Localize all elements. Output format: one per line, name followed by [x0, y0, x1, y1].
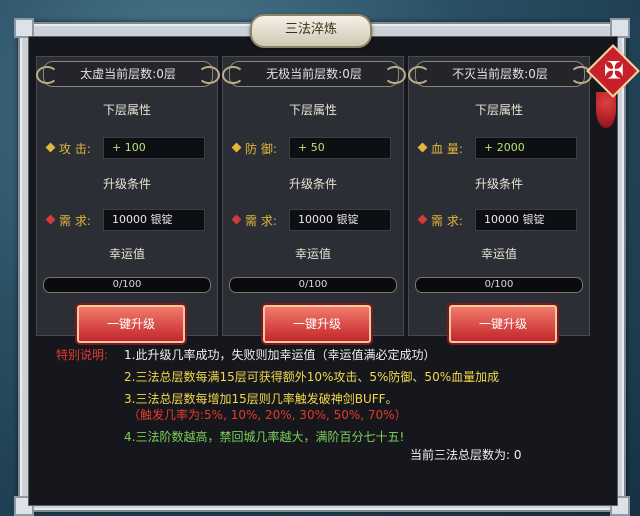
- curl-ornament-icon: [198, 66, 220, 84]
- note-line: 4.三法阶数越高，禁回城几率越大，满阶百分七十五!: [124, 430, 405, 444]
- next-attr-title: 下层属性: [102, 103, 151, 117]
- require-row: 需 求: 10000 银锭: [231, 209, 397, 231]
- upgrade-cond-title: 升级条件: [288, 177, 337, 191]
- layer-column: 不灭当前层数:0层 下层属性血 量: + 2000 升级条件需 求: 10000 银锭幸…: [408, 56, 592, 343]
- curl-ornament-icon: [36, 66, 58, 84]
- frame-corner: [610, 18, 630, 38]
- close-icon: ✠: [603, 56, 624, 85]
- stat-value: + 100: [103, 137, 205, 159]
- note-line: 3.三法总层数每增加15层则几率触发破神剑BUFF。: [124, 392, 398, 406]
- layer-count: 无极当前层数:0层: [266, 67, 362, 81]
- stat-label: 攻 击:: [59, 142, 91, 156]
- special-notes: 特别说明: 1.此升级几率成功，失败则加幸运值（幸运值满必定成功） 2.三法总层…: [56, 346, 596, 474]
- upgrade-cond-title: 升级条件: [102, 177, 151, 191]
- one-click-upgrade-button[interactable]: 一键升级: [77, 305, 185, 343]
- note-line: 1.此升级几率成功，失败则加幸运值（幸运值满必定成功）: [124, 348, 436, 362]
- luck-title: 幸运值: [294, 247, 331, 261]
- frame-corner: [14, 18, 34, 38]
- luck-progress-bar: 0/100: [229, 277, 397, 293]
- require-row: 需 求: 10000 银锭: [417, 209, 583, 231]
- diamond-icon: [231, 214, 242, 225]
- require-value: 10000 银锭: [475, 209, 577, 231]
- stat-row: 防 御: + 50: [231, 137, 397, 159]
- layer-column: 无极当前层数:0层 下层属性防 御: + 50 升级条件需 求: 10000 银锭幸运值…: [222, 56, 406, 343]
- stat-label: 防 御:: [245, 142, 277, 156]
- stat-row: 攻 击: + 100: [45, 137, 211, 159]
- one-click-upgrade-button[interactable]: 一键升级: [263, 305, 371, 343]
- layer-count: 太虚当前层数:0层: [80, 67, 176, 81]
- layer-count: 不灭当前层数:0层: [452, 67, 548, 81]
- upgrade-cond-title: 升级条件: [474, 177, 523, 191]
- diamond-icon: [231, 142, 242, 153]
- stat-label: 血 量:: [431, 142, 463, 156]
- luck-title: 幸运值: [480, 247, 517, 261]
- require-value: 10000 银锭: [289, 209, 391, 231]
- note-line: （触发几率为:5%, 10%, 20%, 30%, 50%, 70%）: [128, 408, 407, 422]
- stat-value: + 50: [289, 137, 391, 159]
- total-layers: 当前三法总层数为: 0: [410, 448, 522, 462]
- layer-column: 太虚当前层数:0层 下层属性攻 击: + 100 升级条件需 求: 10000 银锭幸运…: [36, 56, 220, 343]
- require-label: 需 求:: [245, 214, 277, 228]
- require-value: 10000 银锭: [103, 209, 205, 231]
- next-attr-title: 下层属性: [474, 103, 523, 117]
- next-attr-title: 下层属性: [288, 103, 337, 117]
- diamond-icon: [417, 142, 428, 153]
- diamond-icon: [45, 214, 56, 225]
- window-title: 三法淬炼: [250, 14, 372, 48]
- notes-title: 特别说明:: [56, 348, 109, 362]
- layer-header: 不灭当前层数:0层: [408, 61, 592, 87]
- curl-ornament-icon: [408, 66, 430, 84]
- luck-progress-bar: 0/100: [415, 277, 583, 293]
- stat-row: 血 量: + 2000: [417, 137, 583, 159]
- luck-title: 幸运值: [108, 247, 145, 261]
- require-row: 需 求: 10000 银锭: [45, 209, 211, 231]
- curl-ornament-icon: [384, 66, 406, 84]
- one-click-upgrade-button[interactable]: 一键升级: [449, 305, 557, 343]
- diamond-icon: [45, 142, 56, 153]
- layer-header: 太虚当前层数:0层: [36, 61, 220, 87]
- require-label: 需 求:: [59, 214, 91, 228]
- layer-header: 无极当前层数:0层: [222, 61, 406, 87]
- stat-value: + 2000: [475, 137, 577, 159]
- require-label: 需 求:: [431, 214, 463, 228]
- curl-ornament-icon: [222, 66, 244, 84]
- note-line: 2.三法总层数每满15层可获得额外10%攻击、5%防御、50%血量加成: [124, 370, 500, 384]
- luck-progress-bar: 0/100: [43, 277, 211, 293]
- diamond-icon: [417, 214, 428, 225]
